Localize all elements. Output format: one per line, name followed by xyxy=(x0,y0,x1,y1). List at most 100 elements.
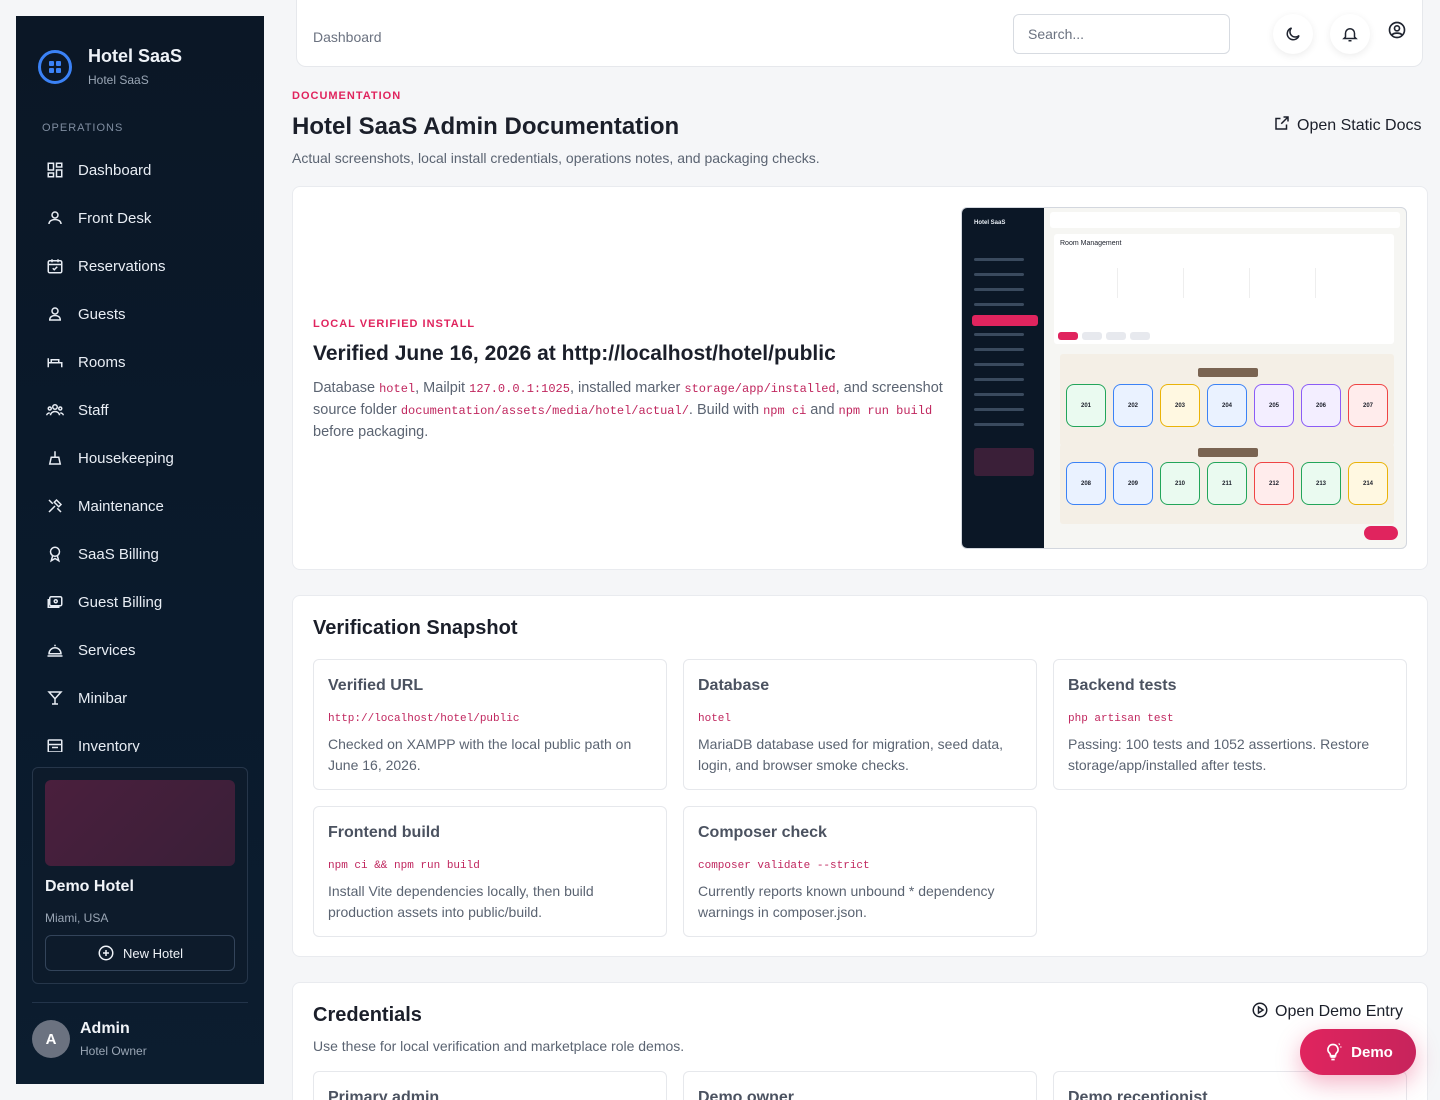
screenshot-panel-title: Room Management xyxy=(1060,240,1122,247)
user-profile[interactable]: A Admin Hotel Owner xyxy=(32,1020,147,1058)
screenshot-nav-active xyxy=(972,315,1038,326)
sidebar-item-front-desk[interactable]: Front Desk xyxy=(16,194,264,242)
sidebar-item-rooms[interactable]: Rooms xyxy=(16,338,264,386)
open-demo-entry-label: Open Demo Entry xyxy=(1275,1003,1404,1020)
demo-owner-tile: Demo owner xyxy=(683,1071,1037,1100)
screenshot-stat xyxy=(1124,268,1184,298)
hero-title: Verified June 16, 2026 at http://localho… xyxy=(313,342,836,365)
screenshot-nav-line xyxy=(974,273,1024,276)
screenshot-nav-line xyxy=(974,378,1024,381)
screenshot-chip xyxy=(1106,332,1126,340)
room-tile: 209 xyxy=(1113,462,1153,505)
screenshot-floor-bottom: 208 209 210 211 212 213 214 xyxy=(1060,444,1394,524)
nav-section-label: OPERATIONS xyxy=(42,122,124,134)
sidebar-item-reservations[interactable]: Reservations xyxy=(16,242,264,290)
breadcrumb[interactable]: Dashboard xyxy=(313,29,382,45)
hero-eyebrow: LOCAL VERIFIED INSTALL xyxy=(313,318,476,330)
tile-title: Backend tests xyxy=(1068,677,1177,694)
new-hotel-label: New Hotel xyxy=(123,945,183,961)
brand-subtitle: Hotel SaaS xyxy=(88,73,149,87)
screenshot-sidebar: Hotel SaaS xyxy=(962,208,1044,548)
sidebar-item-services[interactable]: Services xyxy=(16,626,264,674)
demo-receptionist-tile: Demo receptionist xyxy=(1053,1071,1407,1100)
sidebar-nav: Dashboard Front Desk Reservations Guests… xyxy=(16,146,264,752)
tile-body: Checked on XAMPP with the local public p… xyxy=(328,736,632,773)
front-desk-icon xyxy=(48,211,62,225)
sidebar-item-maintenance[interactable]: Maintenance xyxy=(16,482,264,530)
tile-title: Primary admin xyxy=(328,1089,440,1100)
search-input[interactable] xyxy=(1013,14,1230,54)
tile-title: Composer check xyxy=(698,824,827,841)
screenshot-nav-line xyxy=(974,423,1024,426)
sidebar-item-housekeeping[interactable]: Housekeeping xyxy=(16,434,264,482)
page-eyebrow: DOCUMENTATION xyxy=(292,90,402,102)
backend-tests-tile: Backend tests php artisan test Passing: … xyxy=(1053,659,1407,790)
credentials-title: Credentials xyxy=(313,1004,422,1026)
badge-icon xyxy=(49,546,61,563)
new-hotel-button[interactable]: New Hotel xyxy=(45,935,235,971)
room-tile: 213 xyxy=(1301,462,1341,505)
hotel-thumbnail xyxy=(45,780,235,866)
verification-title: Verification Snapshot xyxy=(313,617,518,639)
tile-body: Currently reports known unbound * depend… xyxy=(698,883,995,920)
sidebar-item-guests[interactable]: Guests xyxy=(16,290,264,338)
brand[interactable]: Hotel SaaS Hotel SaaS xyxy=(38,46,182,87)
open-static-docs-link[interactable]: Open Static Docs xyxy=(1273,116,1422,135)
users-icon xyxy=(46,404,64,416)
bell-service-icon xyxy=(47,644,63,657)
sidebar-item-dashboard[interactable]: Dashboard xyxy=(16,146,264,194)
tile-title: Demo receptionist xyxy=(1068,1089,1208,1100)
open-demo-entry-link[interactable]: Open Demo Entry xyxy=(1251,1002,1404,1021)
screenshot-nav-line xyxy=(974,258,1024,261)
billing-icon xyxy=(47,596,63,608)
screenshot-floor-label xyxy=(1198,448,1258,457)
screenshot-nav-line xyxy=(974,408,1024,411)
sidebar-item-saas-billing[interactable]: SaaS Billing xyxy=(16,530,264,578)
room-tile: 205 xyxy=(1254,384,1294,427)
room-tile: 214 xyxy=(1348,462,1388,505)
sidebar-item-label: Housekeeping xyxy=(78,449,174,467)
bell-icon xyxy=(1342,28,1358,42)
sidebar-item-label: Front Desk xyxy=(78,209,152,227)
demo-button-label: Demo xyxy=(1351,1043,1393,1061)
play-circle-icon xyxy=(1252,1002,1268,1018)
avatar: A xyxy=(32,1020,70,1058)
verified-url-tile: Verified URL http://localhost/hotel/publ… xyxy=(313,659,667,790)
brand-logo-icon xyxy=(38,49,72,84)
room-tile: 206 xyxy=(1301,384,1341,427)
screenshot-preview[interactable]: Hotel SaaS Room Management 201 202 203 2… xyxy=(961,207,1407,549)
demo-button[interactable]: Demo xyxy=(1300,1029,1416,1075)
screenshot-chip xyxy=(1058,332,1078,340)
database-tile: Database hotel MariaDB database used for… xyxy=(683,659,1037,790)
room-tile: 212 xyxy=(1254,462,1294,505)
sidebar: Hotel SaaS Hotel SaaS OPERATIONS Dashboa… xyxy=(16,16,264,1084)
install-card: LOCAL VERIFIED INSTALL Verified June 16,… xyxy=(292,186,1428,570)
screenshot-topbar xyxy=(1050,212,1400,228)
screenshot-panel: Room Management xyxy=(1054,234,1394,344)
sidebar-item-label: Guests xyxy=(78,305,126,323)
sidebar-item-staff[interactable]: Staff xyxy=(16,386,264,434)
theme-toggle-button[interactable] xyxy=(1273,14,1313,54)
screenshot-nav-line xyxy=(974,333,1024,336)
screenshot-stat xyxy=(1058,268,1118,298)
sidebar-item-label: Reservations xyxy=(78,257,166,275)
sidebar-item-minibar[interactable]: Minibar xyxy=(16,674,264,722)
tile-body: Passing: 100 tests and 1052 assertions. … xyxy=(1068,736,1370,773)
screenshot-stat xyxy=(1190,268,1250,298)
verification-card: Verification Snapshot Verified URL http:… xyxy=(292,595,1428,957)
account-button[interactable] xyxy=(1387,20,1409,42)
broom-icon xyxy=(48,451,62,465)
sidebar-item-label: Staff xyxy=(78,401,109,419)
screenshot-nav-line xyxy=(974,303,1024,306)
sidebar-item-label: SaaS Billing xyxy=(78,545,159,563)
notifications-button[interactable] xyxy=(1330,14,1370,54)
tile-title: Demo owner xyxy=(698,1089,795,1100)
screenshot-chip xyxy=(1082,332,1102,340)
sidebar-item-inventory[interactable]: Inventory xyxy=(16,722,264,752)
sidebar-item-guest-billing[interactable]: Guest Billing xyxy=(16,578,264,626)
hotel-name: Demo Hotel xyxy=(45,878,134,895)
tile-code: php artisan test xyxy=(1068,713,1174,725)
credentials-card: Credentials Use these for local verifica… xyxy=(292,982,1428,1100)
tools-icon xyxy=(48,498,63,513)
open-static-docs-label: Open Static Docs xyxy=(1297,117,1422,134)
